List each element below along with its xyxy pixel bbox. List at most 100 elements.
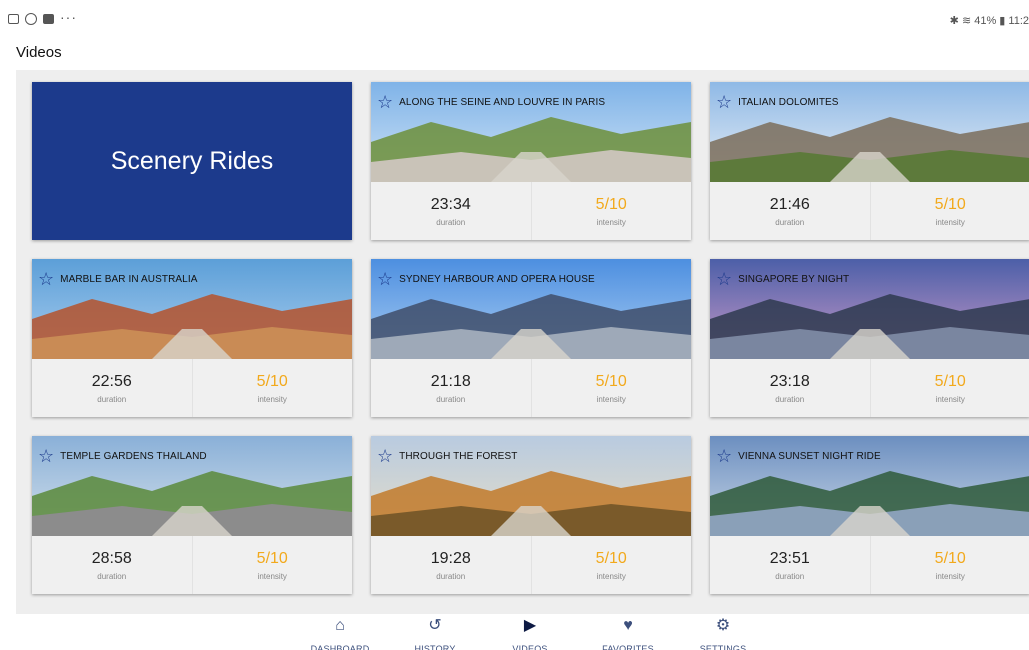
star-icon[interactable]: ☆ — [38, 270, 54, 288]
ride-stats: 28:58 duration 5/10 intensity — [32, 536, 352, 594]
nav-settings[interactable]: ⚙ SETTINGS — [683, 616, 763, 650]
ride-title: SINGAPORE BY NIGHT — [738, 273, 850, 285]
intensity-stat: 5/10 intensity — [191, 359, 353, 417]
ride-stats: 22:56 duration 5/10 intensity — [32, 359, 352, 417]
nav-history[interactable]: ↺ HISTORY — [395, 616, 475, 650]
star-icon[interactable]: ☆ — [716, 270, 732, 288]
ride-stats: 21:18 duration 5/10 intensity — [371, 359, 691, 417]
star-icon[interactable]: ☆ — [377, 447, 393, 465]
nav-label: HISTORY — [414, 644, 456, 650]
more-notifications-icon: ··· — [60, 9, 77, 25]
ride-grid: Scenery Rides ☆ ALONG THE SEINE AND LOUV… — [16, 70, 1029, 614]
duration-stat: 21:18 duration — [371, 359, 531, 417]
intensity-label: intensity — [257, 571, 287, 581]
intensity-value: 5/10 — [934, 372, 966, 390]
ride-card[interactable]: ☆ TEMPLE GARDENS THAILAND 28:58 duration… — [32, 436, 352, 594]
ride-card[interactable]: ☆ SYDNEY HARBOUR AND OPERA HOUSE 21:18 d… — [371, 259, 691, 417]
intensity-value: 5/10 — [256, 549, 288, 567]
duration-label: duration — [97, 571, 127, 581]
star-icon[interactable]: ☆ — [716, 447, 732, 465]
ride-title: MARBLE BAR IN AUSTRALIA — [60, 273, 198, 285]
duration-stat: 22:56 duration — [32, 359, 192, 417]
duration-stat: 21:46 duration — [710, 182, 870, 240]
intensity-value: 5/10 — [934, 549, 966, 567]
ride-title: SYDNEY HARBOUR AND OPERA HOUSE — [399, 273, 595, 285]
duration-value: 28:58 — [91, 549, 132, 567]
intensity-label: intensity — [935, 571, 965, 581]
intensity-label: intensity — [596, 571, 626, 581]
nav-label: VIDEOS — [512, 644, 548, 650]
duration-value: 21:18 — [430, 372, 471, 390]
duration-label: duration — [775, 571, 805, 581]
ride-card[interactable]: ☆ ALONG THE SEINE AND LOUVRE IN PARIS 23… — [371, 82, 691, 240]
duration-stat: 28:58 duration — [32, 536, 192, 594]
intensity-value: 5/10 — [595, 372, 627, 390]
ride-title: THROUGH THE FOREST — [399, 450, 518, 462]
duration-label: duration — [436, 217, 466, 227]
flipboard-icon — [43, 14, 54, 24]
nav-label: FAVORITES — [602, 644, 654, 650]
duration-stat: 23:51 duration — [710, 536, 870, 594]
nav-dashboard[interactable]: ⌂ DASHBOARD — [300, 616, 380, 650]
home-icon: ⌂ — [335, 617, 345, 634]
ride-card[interactable]: ☆ SINGAPORE BY NIGHT 23:18 duration 5/10… — [710, 259, 1029, 417]
ride-stats: 23:51 duration 5/10 intensity — [710, 536, 1029, 594]
duration-value: 21:46 — [769, 195, 810, 213]
status-left: ··· — [8, 9, 77, 25]
gallery-icon — [8, 14, 19, 24]
intensity-label: intensity — [935, 394, 965, 404]
ride-card[interactable]: ☆ ITALIAN DOLOMITES 21:46 duration 5/10 … — [710, 82, 1029, 240]
duration-value: 23:51 — [769, 549, 810, 567]
ride-stats: 23:34 duration 5/10 intensity — [371, 182, 691, 240]
gear-icon: ⚙ — [715, 617, 731, 634]
ride-header: ☆ MARBLE BAR IN AUSTRALIA — [38, 270, 197, 288]
scenery-rides-banner: Scenery Rides — [32, 82, 352, 240]
intensity-value: 5/10 — [256, 372, 288, 390]
duration-label: duration — [436, 571, 466, 581]
page-title: Videos — [16, 44, 62, 61]
ride-title: VIENNA SUNSET NIGHT RIDE — [738, 450, 881, 462]
intensity-stat: 5/10 intensity — [869, 536, 1029, 594]
intensity-value: 5/10 — [595, 549, 627, 567]
intensity-label: intensity — [596, 394, 626, 404]
intensity-stat: 5/10 intensity — [530, 182, 692, 240]
intensity-label: intensity — [935, 217, 965, 227]
ride-stats: 23:18 duration 5/10 intensity — [710, 359, 1029, 417]
star-icon[interactable]: ☆ — [377, 93, 393, 111]
duration-value: 22:56 — [91, 372, 132, 390]
nav-label: DASHBOARD — [310, 644, 370, 650]
ride-title: TEMPLE GARDENS THAILAND — [60, 450, 207, 462]
duration-value: 19:28 — [430, 549, 471, 567]
ride-title: ITALIAN DOLOMITES — [738, 96, 839, 108]
intensity-stat: 5/10 intensity — [869, 182, 1029, 240]
videos-content: Scenery Rides ☆ ALONG THE SEINE AND LOUV… — [16, 70, 1029, 614]
banner-title: Scenery Rides — [110, 146, 274, 175]
status-right: ✱ ≋ 41% ▮ 11:2 — [949, 15, 1029, 27]
intensity-label: intensity — [257, 394, 287, 404]
ride-card[interactable]: ☆ THROUGH THE FOREST 19:28 duration 5/10… — [371, 436, 691, 594]
history-icon: ↺ — [428, 617, 442, 634]
star-icon[interactable]: ☆ — [38, 447, 54, 465]
status-bar: ··· ✱ ≋ 41% ▮ 11:2 — [0, 0, 1029, 34]
duration-label: duration — [775, 217, 805, 227]
ride-header: ☆ TEMPLE GARDENS THAILAND — [38, 447, 207, 465]
ride-header: ☆ THROUGH THE FOREST — [377, 447, 517, 465]
ride-header: ☆ VIENNA SUNSET NIGHT RIDE — [716, 447, 881, 465]
duration-stat: 23:18 duration — [710, 359, 870, 417]
star-icon[interactable]: ☆ — [716, 93, 732, 111]
duration-stat: 23:34 duration — [371, 182, 531, 240]
duration-value: 23:34 — [430, 195, 471, 213]
star-icon[interactable]: ☆ — [377, 270, 393, 288]
ride-card[interactable]: ☆ MARBLE BAR IN AUSTRALIA 22:56 duration… — [32, 259, 352, 417]
intensity-label: intensity — [596, 217, 626, 227]
bottom-navigation: ⌂ DASHBOARD ↺ HISTORY ▶ VIDEOS ♥ FAVORIT… — [0, 614, 1029, 650]
nav-videos[interactable]: ▶ VIDEOS — [490, 616, 570, 650]
intensity-value: 5/10 — [595, 195, 627, 213]
ride-header: ☆ SYDNEY HARBOUR AND OPERA HOUSE — [377, 270, 595, 288]
nav-favorites[interactable]: ♥ FAVORITES — [588, 616, 668, 650]
duration-label: duration — [97, 394, 127, 404]
intensity-stat: 5/10 intensity — [530, 536, 692, 594]
ride-card[interactable]: ☆ VIENNA SUNSET NIGHT RIDE 23:51 duratio… — [710, 436, 1029, 594]
ride-header: ☆ ITALIAN DOLOMITES — [716, 93, 839, 111]
heart-icon: ♥ — [623, 617, 633, 634]
